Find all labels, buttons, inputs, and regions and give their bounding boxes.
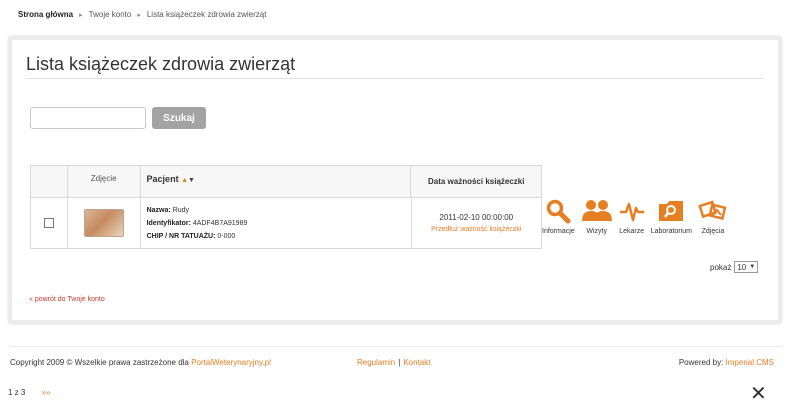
breadcrumb-account[interactable]: Twoje konto: [89, 10, 132, 19]
footer-separator: |: [398, 358, 401, 367]
breadcrumb-separator-icon: ▸: [79, 11, 83, 19]
footer-links: Regulamin | Kontakt: [357, 358, 430, 367]
kontakt-link[interactable]: Kontakt: [403, 358, 430, 367]
close-icon[interactable]: ✕: [750, 384, 767, 404]
chevron-down-icon: ▼: [749, 264, 756, 270]
cms-link[interactable]: Imperial CMS: [726, 358, 774, 367]
sort-desc-icon[interactable]: ▼: [188, 177, 195, 184]
patient-identifier: Identyfikator: 4ADF4B7A91989: [146, 220, 248, 227]
extend-validity-link[interactable]: Przedłuż ważność książeczki: [431, 226, 521, 233]
slide-pagination: 1 z 3 »»: [8, 388, 50, 397]
row-select-cell: [31, 198, 68, 248]
action-label: Lekarze: [619, 228, 645, 235]
breadcrumb-home[interactable]: Strona główna: [18, 10, 73, 19]
breadcrumb: Strona główna ▸ Twoje konto ▸ Lista ksią…: [18, 10, 266, 19]
main-panel: Lista książeczek zdrowia zwierząt Szukaj…: [8, 36, 782, 324]
breadcrumb-current: Lista książeczek zdrowia zwierząt: [146, 10, 267, 19]
page-counter: 1 z 3: [8, 388, 26, 397]
header-photo: Zdjęcie: [68, 166, 141, 197]
row-validity-cell: 2011-02-10 00:00:00 Przedłuż ważność ksi…: [412, 198, 541, 248]
row-photo-cell: [68, 198, 141, 248]
action-label: Zdjęcia: [701, 228, 725, 235]
header-patient-label: Pacjent: [146, 174, 179, 184]
action-label: Wizyty: [586, 228, 607, 235]
next-page-link[interactable]: »»: [42, 388, 51, 397]
regulamin-link[interactable]: Regulamin: [357, 358, 395, 367]
action-zdjecia[interactable]: Zdjęcia: [698, 198, 728, 235]
page-size-label: pokaż: [710, 262, 732, 272]
action-label: Laboratorium: [650, 228, 692, 235]
patient-name: Nazwa: Rudy: [146, 207, 189, 214]
powered-by: Powered by: Imperial CMS: [678, 358, 774, 367]
title-divider: [26, 78, 764, 79]
people-icon: [581, 198, 613, 224]
records-table: Zdjęcie Pacjent ▲▼ Data ważności książec…: [30, 165, 542, 249]
page-size-select[interactable]: 10 ▼: [734, 261, 759, 273]
validity-date: 2011-02-10 00:00:00: [439, 213, 514, 222]
heartbeat-icon: [619, 198, 645, 224]
search-button[interactable]: Szukaj: [152, 107, 206, 129]
magnifier-icon: [545, 198, 571, 224]
table-row: Nazwa: Rudy Identyfikator: 4ADF4B7A91989…: [31, 198, 541, 248]
breadcrumb-separator-icon: ▸: [137, 11, 141, 19]
page-size-control: pokaż 10 ▼: [710, 261, 759, 273]
action-wizyty[interactable]: Wizyty: [581, 198, 613, 235]
patient-chip: CHIP / NR TATUAŻU: 0-000: [146, 233, 236, 240]
page-title: Lista książeczek zdrowia zwierząt: [26, 54, 296, 74]
row-actions: Informacje Wizyty Lekarze Laboratorium Z…: [542, 198, 734, 235]
pet-photo-thumbnail[interactable]: [83, 209, 124, 237]
footer-divider: [10, 346, 782, 347]
header-select: [31, 166, 68, 197]
header-patient[interactable]: Pacjent ▲▼: [141, 166, 412, 197]
row-patient-cell: Nazwa: Rudy Identyfikator: 4ADF4B7A91989…: [141, 198, 412, 248]
back-to-account-link[interactable]: « powrót do Twoje konto: [29, 296, 105, 303]
sort-asc-icon[interactable]: ▲: [181, 177, 188, 184]
table-header: Zdjęcie Pacjent ▲▼ Data ważności książec…: [31, 166, 541, 198]
action-informacje[interactable]: Informacje: [542, 198, 575, 235]
portal-link[interactable]: PortalWeterynaryjny.pl: [191, 358, 271, 367]
lab-icon: [657, 198, 685, 224]
action-label: Informacje: [542, 228, 575, 235]
row-checkbox[interactable]: [43, 218, 54, 228]
search-input[interactable]: [30, 107, 146, 129]
action-lekarze[interactable]: Lekarze: [619, 198, 645, 235]
photos-icon: [698, 198, 728, 224]
action-laboratorium[interactable]: Laboratorium: [651, 198, 692, 235]
header-validity: Data ważności książeczki: [427, 176, 525, 186]
copyright: Copyright 2009 © Wszelkie prawa zastrzeż…: [10, 358, 271, 367]
